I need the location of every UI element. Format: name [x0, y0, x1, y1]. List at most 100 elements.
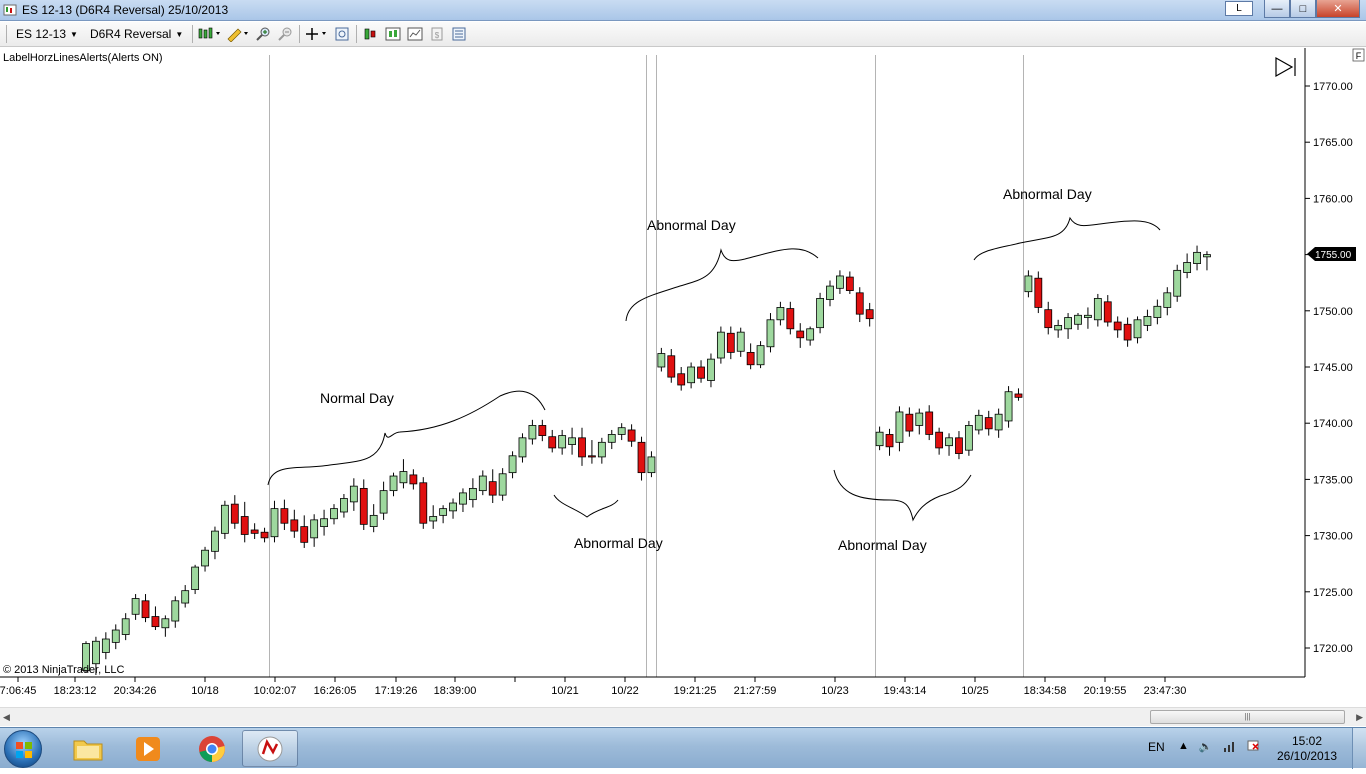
x-tick-label: 10/25 [961, 685, 989, 697]
horizontal-scrollbar[interactable]: ◀ ||| ▶ [0, 707, 1366, 726]
candle-body [1084, 314, 1092, 318]
candle-body [250, 529, 259, 534]
candle-body [389, 475, 398, 492]
scroll-right-arrow-icon[interactable]: ▶ [1356, 712, 1363, 723]
chart-properties-icon[interactable] [404, 23, 426, 45]
y-tick-label: 1745.00 [1313, 362, 1353, 374]
zoom-out-icon[interactable] [274, 23, 296, 45]
candle-body [359, 487, 368, 525]
candle-body [716, 331, 725, 359]
scrollbar-thumb[interactable]: ||| [1150, 710, 1345, 724]
scroll-to-end-icon[interactable] [1275, 56, 1296, 78]
candle-body [875, 431, 884, 447]
minimize-button[interactable]: — [1264, 0, 1290, 18]
candle-body [399, 471, 408, 484]
candle-29 [369, 504, 378, 533]
zoom-in-icon[interactable] [252, 23, 274, 45]
strategies-icon[interactable] [360, 23, 382, 45]
candle-102 [1093, 293, 1102, 327]
candle-body [845, 276, 854, 291]
candle-body [776, 307, 785, 321]
candle-96 [1034, 271, 1043, 314]
clock[interactable]: 15:02 26/10/2013 [1276, 734, 1338, 764]
show-hidden-icons-icon[interactable]: ▲ [1178, 740, 1189, 755]
start-button[interactable] [4, 730, 42, 768]
taskbar-ninjatrader-button[interactable] [242, 730, 298, 767]
candle-59 [667, 349, 676, 383]
network-icon[interactable] [1223, 740, 1237, 755]
indicators-icon[interactable] [382, 23, 404, 45]
crosshair-icon[interactable] [303, 23, 331, 45]
candle-35 [429, 505, 438, 529]
chart-style-candlestick-icon[interactable] [196, 23, 224, 45]
taskbar-explorer-button[interactable] [60, 730, 116, 767]
language-indicator[interactable]: EN [1148, 740, 1165, 754]
y-tick-label: 1770.00 [1313, 81, 1353, 93]
x-tick-label: 23:47:30 [1144, 685, 1187, 697]
show-desktop-button[interactable] [1352, 728, 1366, 769]
candle-76 [836, 270, 844, 294]
maximize-button[interactable]: □ [1290, 0, 1316, 18]
bar-type-dropdown[interactable]: D6R4 Reversal ▼ [84, 23, 189, 45]
candle-78 [855, 287, 864, 323]
candle-body [429, 516, 438, 522]
taskbar-chrome-button[interactable] [184, 730, 240, 767]
candle-26 [340, 494, 348, 518]
candle-64 [716, 326, 725, 364]
candle-25 [330, 504, 338, 525]
drawing-tool-pencil-icon[interactable] [224, 23, 252, 45]
price-chart[interactable]: F 1770.00 1765.00 1760.00 1750.00 1745.00 174… [0, 48, 1366, 708]
candle-body [597, 441, 606, 458]
candle-body [617, 427, 626, 435]
taskbar-media-player-button[interactable] [120, 730, 176, 767]
chart-trader-icon[interactable] [448, 23, 470, 45]
candle-body [766, 319, 775, 348]
candle-body [707, 358, 715, 381]
candle-body [786, 308, 795, 330]
candle-110 [1173, 264, 1182, 302]
bar-type-label: D6R4 Reversal [89, 27, 172, 41]
candle-body [1193, 251, 1201, 264]
candle-body [1064, 317, 1072, 330]
title-bar: ES 12-13 (D6R4 Reversal) 25/10/2013 L — … [0, 0, 1366, 21]
system-tray: ▲ 🔈 [1178, 740, 1261, 755]
action-center-icon[interactable] [1247, 740, 1261, 755]
candle-104 [1113, 316, 1122, 338]
layout-box[interactable]: L [1225, 1, 1253, 16]
candle-body [697, 366, 705, 379]
candle-107 [1143, 309, 1152, 332]
candle-61 [687, 362, 696, 389]
candle-106 [1133, 316, 1142, 344]
chevron-down-icon: ▼ [175, 29, 184, 39]
x-tick-label: 10/21 [551, 685, 579, 697]
indicator-label: LabelHorzLinesAlerts(Alerts ON) [3, 52, 163, 64]
brace-abnormal-3 [833, 469, 972, 522]
candle-99 [1064, 313, 1072, 339]
window-controls: — □ ✕ [1264, 0, 1360, 18]
close-button[interactable]: ✕ [1316, 0, 1360, 18]
candle-22 [300, 515, 309, 548]
candle-body [260, 531, 269, 539]
candle-109 [1163, 287, 1172, 316]
candle-body [925, 411, 934, 435]
chart-panel[interactable]: F 1770.00 1765.00 1760.00 1750.00 1745.00 174… [0, 48, 1366, 708]
scroll-left-arrow-icon[interactable]: ◀ [3, 712, 10, 723]
candle-body [1203, 254, 1211, 258]
instrument-dropdown[interactable]: ES 12-13 ▼ [10, 23, 84, 45]
speaker-icon[interactable]: 🔈 [1199, 740, 1213, 755]
candle-body [1103, 301, 1112, 323]
candle-12 [201, 546, 209, 572]
candle-93 [1004, 386, 1013, 428]
toolbar-separator [356, 25, 358, 43]
data-box-icon[interactable] [331, 23, 353, 45]
candle-6 [141, 594, 150, 623]
candle-body [240, 516, 249, 535]
candle-77 [845, 271, 854, 294]
candle-15 [230, 495, 239, 529]
candle-body [955, 437, 963, 454]
x-tick-label: 20:19:55 [1084, 685, 1127, 697]
trade-icon[interactable]: $ [426, 23, 448, 45]
y-tick-label: 1740.00 [1313, 418, 1353, 430]
candle-body [488, 481, 497, 496]
candle-39 [468, 478, 477, 508]
